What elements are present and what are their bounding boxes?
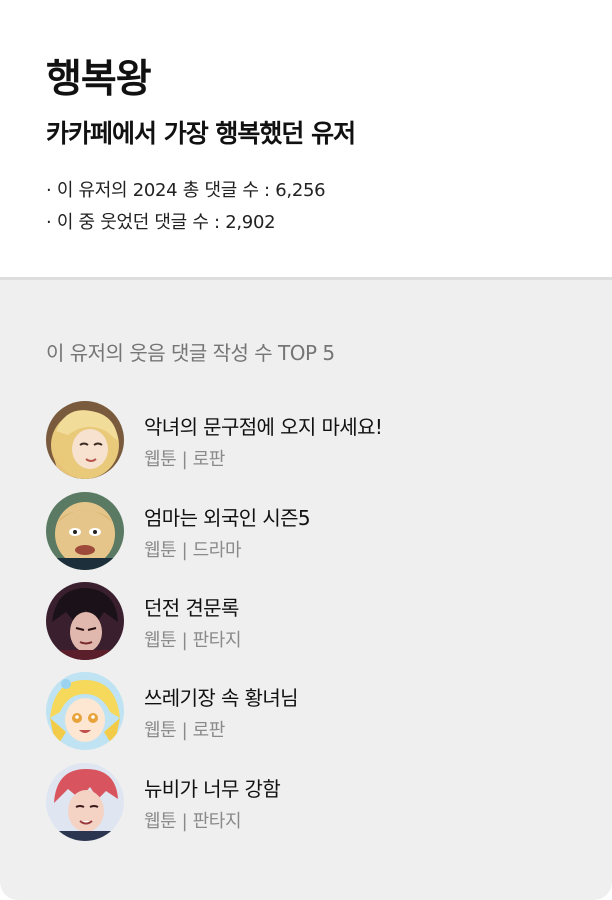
blonde-girl-avatar bbox=[46, 672, 124, 750]
laugh-comment-count: · 이 중 웃었던 댓글 수 : 2,902 bbox=[46, 212, 276, 233]
list-item[interactable]: 쓰레기장 속 황녀님 웹툰 | 로판 bbox=[46, 672, 566, 752]
red-hair-boy-avatar bbox=[46, 763, 124, 841]
item-title: 뉴비가 너무 강함 bbox=[144, 777, 281, 801]
page-subtitle: 카카페에서 가장 행복했던 유저 bbox=[46, 119, 356, 148]
list-item[interactable]: 뉴비가 너무 강함 웹툰 | 판타지 bbox=[46, 763, 566, 843]
blonde-woman-avatar bbox=[46, 401, 124, 479]
list-item[interactable]: 엄마는 외국인 시즌5 웹툰 | 드라마 bbox=[46, 492, 566, 572]
item-meta: 웹툰 | 로판 bbox=[144, 720, 225, 741]
list-item[interactable]: 던전 견문록 웹툰 | 판타지 bbox=[46, 582, 566, 662]
top5-panel: 이 유저의 웃음 댓글 작성 수 TOP 5 악녀의 문구점에 오지 마세요! … bbox=[0, 280, 612, 900]
bald-man-avatar bbox=[46, 492, 124, 570]
item-meta: 웹툰 | 판타지 bbox=[144, 630, 242, 651]
item-title: 악녀의 문구점에 오지 마세요! bbox=[144, 415, 383, 439]
list-item[interactable]: 악녀의 문구점에 오지 마세요! 웹툰 | 로판 bbox=[46, 401, 566, 481]
page-title: 행복왕 bbox=[46, 57, 152, 102]
summary-header: 행복왕 카카페에서 가장 행복했던 유저 · 이 유저의 2024 총 댓글 수… bbox=[0, 0, 612, 278]
item-title: 쓰레기장 속 황녀님 bbox=[144, 686, 299, 710]
item-title: 던전 견문록 bbox=[144, 596, 239, 620]
dark-hair-man-avatar bbox=[46, 582, 124, 660]
item-meta: 웹툰 | 판타지 bbox=[144, 811, 242, 832]
total-comment-count: · 이 유저의 2024 총 댓글 수 : 6,256 bbox=[46, 180, 326, 201]
item-meta: 웹툰 | 드라마 bbox=[144, 540, 242, 561]
top5-section-title: 이 유저의 웃음 댓글 작성 수 TOP 5 bbox=[46, 341, 335, 365]
item-title: 엄마는 외국인 시즌5 bbox=[144, 506, 311, 530]
item-meta: 웹툰 | 로판 bbox=[144, 449, 225, 470]
